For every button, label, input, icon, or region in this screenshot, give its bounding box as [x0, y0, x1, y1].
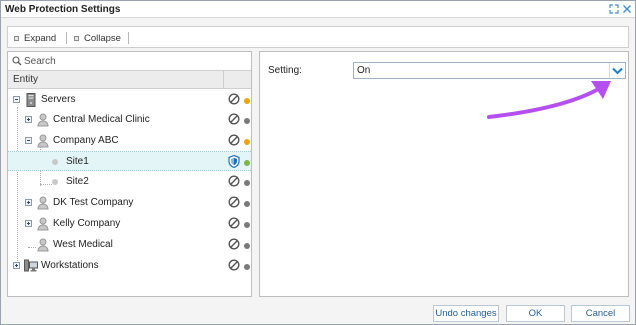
collapse-button[interactable]: Collapse — [74, 31, 121, 45]
search-placeholder: Search — [24, 56, 56, 67]
column-divider — [223, 71, 224, 89]
disabled-status-icon — [228, 259, 240, 271]
collapse-label: Collapse — [84, 32, 121, 44]
status-dot — [244, 264, 250, 270]
setting-label: Setting: — [268, 65, 302, 76]
search-input[interactable]: Search — [8, 52, 251, 71]
expand-label: Expand — [24, 32, 57, 44]
status-dot — [244, 180, 250, 186]
expand-button[interactable]: Expand — [14, 31, 56, 45]
disabled-status-icon — [228, 196, 240, 208]
collapse-toggle-icon[interactable] — [13, 96, 20, 103]
collapse-toggle-icon[interactable] — [25, 137, 32, 144]
close-icon[interactable] — [621, 3, 633, 15]
settings-panel: Setting: On — [259, 51, 629, 297]
user-icon — [37, 217, 49, 231]
status-dot — [244, 118, 250, 124]
status-dot — [244, 98, 250, 104]
entity-tree-panel: Search Entity Servers Central Medical Cl… — [7, 51, 252, 297]
undo-changes-button[interactable]: Undo changes — [433, 305, 499, 322]
toolbar-divider — [128, 32, 129, 44]
user-icon — [37, 113, 49, 127]
status-dot — [244, 222, 250, 228]
site-dot-icon — [52, 179, 58, 185]
workstation-icon — [24, 259, 38, 273]
disabled-status-icon — [228, 113, 240, 125]
user-icon — [37, 238, 49, 252]
collapse-icon — [74, 35, 79, 41]
tree-row-label: Company ABC — [53, 135, 119, 146]
disabled-status-icon — [228, 93, 240, 105]
expand-toggle-icon[interactable] — [25, 220, 32, 227]
server-icon — [26, 93, 38, 107]
tree-column-header: Entity — [8, 71, 251, 89]
tree-row-label: West Medical — [53, 239, 113, 250]
setting-dropdown[interactable]: On — [353, 62, 626, 79]
status-dot — [244, 201, 250, 207]
tree-row-label: Site2 — [66, 176, 89, 187]
status-dot — [244, 160, 250, 166]
user-icon — [37, 196, 49, 210]
tree-row-kelly-company[interactable]: Kelly Company — [8, 214, 251, 234]
status-dot — [244, 243, 250, 249]
web-protection-settings-dialog: Web Protection Settings Expand Collapse … — [0, 0, 636, 325]
setting-value: On — [357, 65, 371, 76]
cancel-button[interactable]: Cancel — [571, 305, 630, 322]
tree-row-label: Central Medical Clinic — [53, 114, 150, 125]
maximize-icon[interactable] — [608, 3, 620, 15]
ok-button[interactable]: OK — [506, 305, 565, 322]
expand-toggle-icon[interactable] — [25, 199, 32, 206]
search-icon — [12, 56, 22, 69]
column-header-entity[interactable]: Entity — [13, 74, 38, 85]
disabled-status-icon — [228, 238, 240, 250]
expand-toggle-icon[interactable] — [25, 116, 32, 123]
tree-row-company-abc[interactable]: Company ABC — [8, 131, 251, 151]
tree-row-label: Site1 — [66, 156, 89, 167]
tree-row-site2[interactable]: Site2 — [8, 172, 251, 192]
ok-label: OK — [528, 308, 543, 319]
chevron-down-icon[interactable] — [609, 63, 625, 78]
disabled-status-icon — [228, 134, 240, 146]
expand-icon — [14, 35, 19, 41]
tree-row-label: Servers — [41, 94, 76, 105]
tree-row-dk-test-company[interactable]: DK Test Company — [8, 193, 251, 213]
tree-row-workstations[interactable]: Workstations — [8, 256, 251, 276]
tree-row-label: Workstations — [41, 260, 99, 271]
tree-row-servers[interactable]: Servers — [8, 90, 251, 110]
tree-row-west-medical[interactable]: West Medical — [8, 235, 251, 255]
user-icon — [37, 134, 49, 148]
tree-row-central-medical-clinic[interactable]: Central Medical Clinic — [8, 110, 251, 130]
disabled-status-icon — [228, 217, 240, 229]
dialog-title: Web Protection Settings — [5, 4, 121, 15]
toolbar-divider — [66, 32, 67, 44]
tree-row-site1[interactable]: Site1 — [8, 151, 251, 171]
undo-changes-label: Undo changes — [435, 308, 497, 319]
site-dot-icon — [52, 159, 58, 165]
cancel-label: Cancel — [585, 308, 616, 319]
disabled-status-icon — [228, 175, 240, 187]
expand-toggle-icon[interactable] — [13, 262, 20, 269]
tree-row-label: Kelly Company — [53, 218, 121, 229]
tree-row-label: DK Test Company — [53, 197, 134, 208]
title-bar: Web Protection Settings — [1, 1, 635, 18]
status-dot — [244, 139, 250, 145]
shield-icon — [228, 154, 240, 169]
tree-toolbar: Expand Collapse — [7, 26, 629, 48]
